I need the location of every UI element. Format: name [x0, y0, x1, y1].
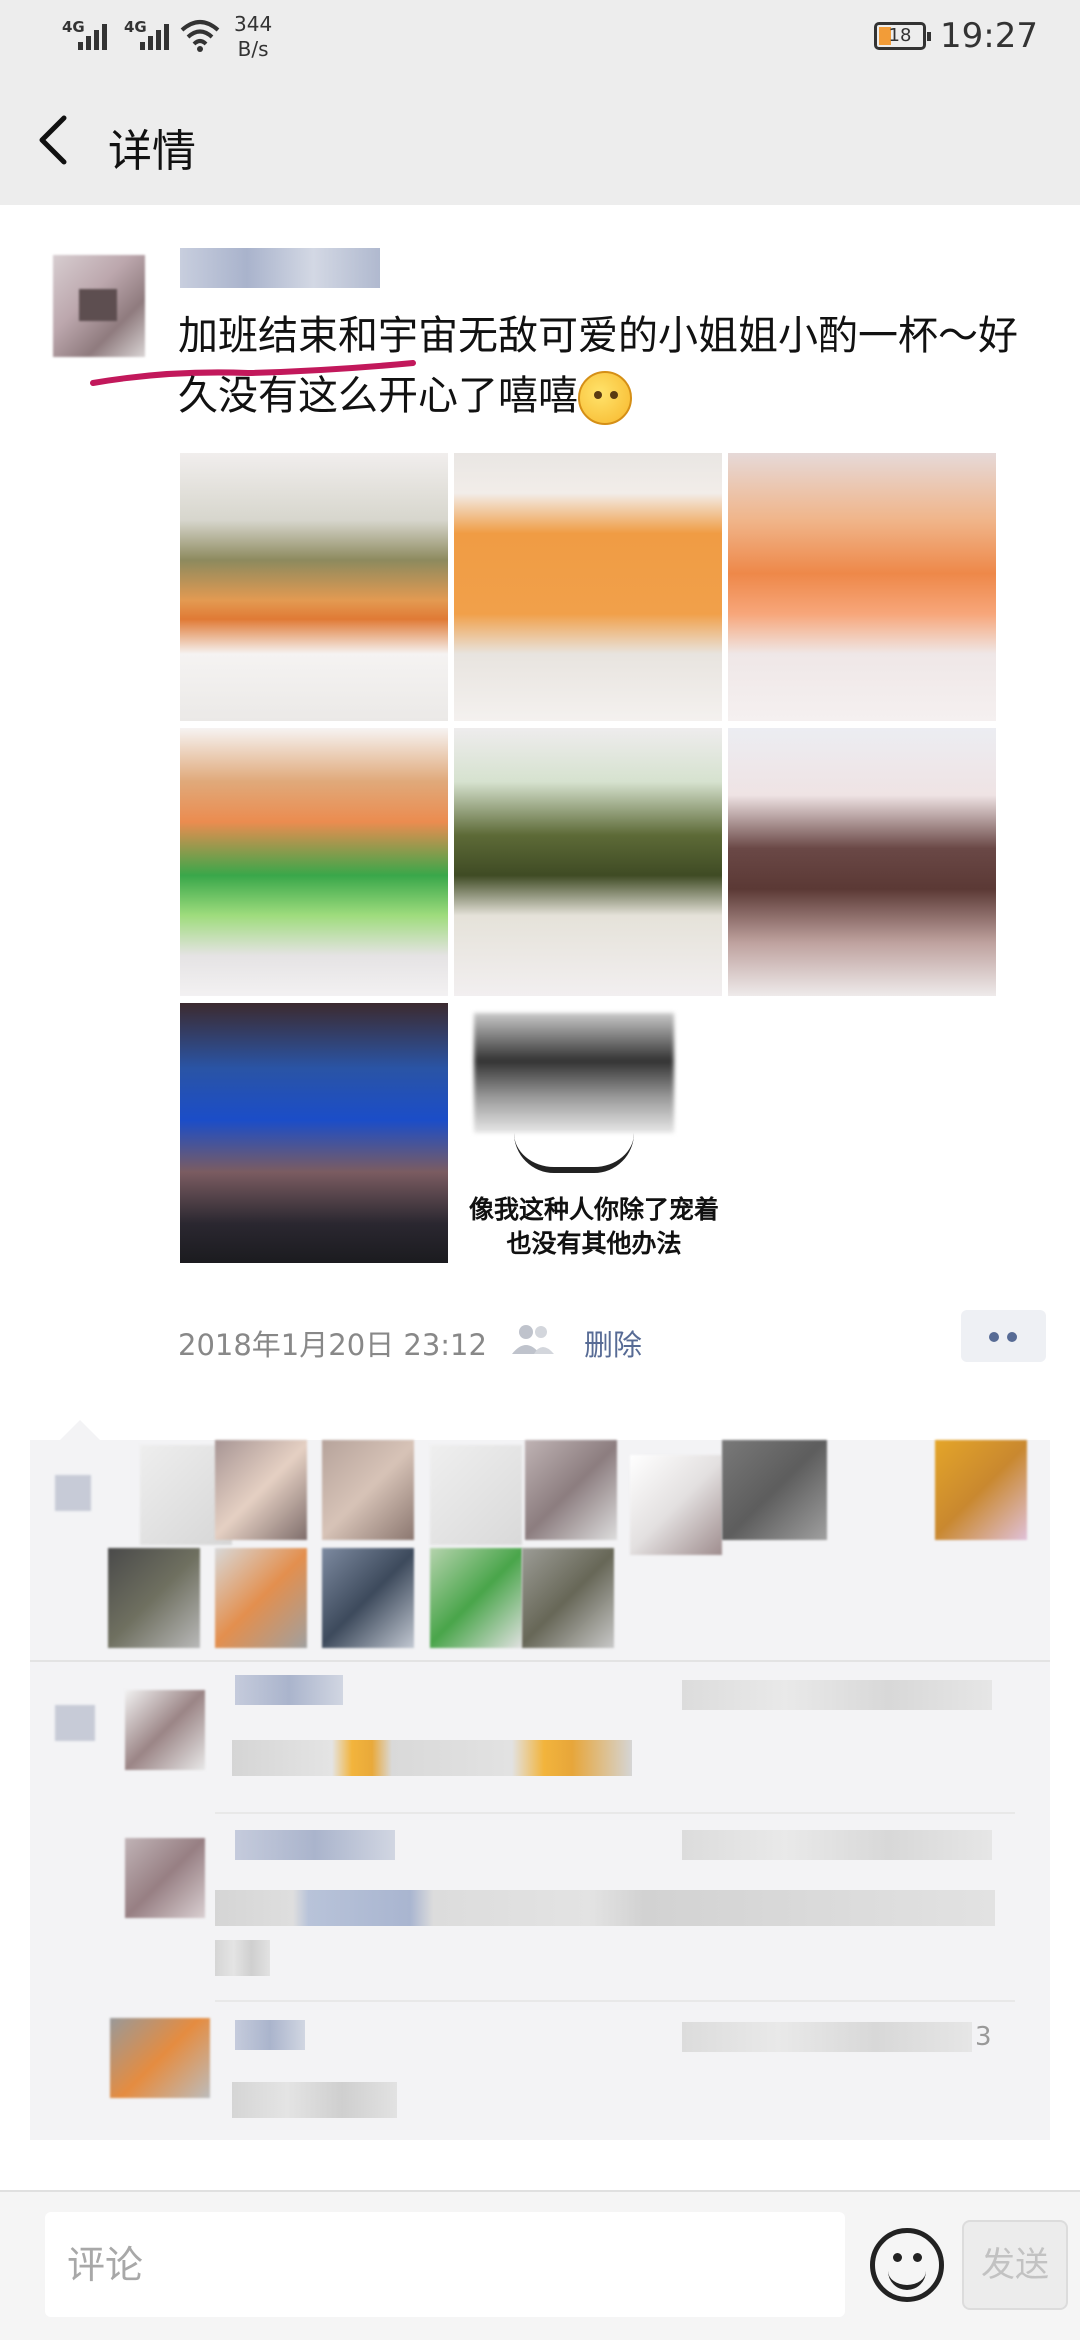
emoji-face-icon — [578, 371, 632, 425]
commenter-name[interactable] — [235, 1830, 395, 1860]
post-timestamp: 2018年1月20日 23:12 — [178, 1328, 487, 1362]
comment-time — [682, 2022, 972, 2052]
battery-level: 18 — [888, 25, 912, 46]
network-speed-value: 344 — [234, 12, 273, 36]
send-button[interactable]: 发送 — [962, 2220, 1068, 2310]
comment-text-continued — [215, 1940, 270, 1976]
post-meme-image[interactable]: 像我这种人你除了宠着 也没有其他办法 — [454, 1003, 734, 1263]
liker-avatar[interactable] — [630, 1455, 722, 1555]
panel-pointer — [60, 1420, 100, 1440]
post-photo[interactable] — [180, 728, 448, 996]
liker-avatar[interactable] — [525, 1440, 617, 1540]
status-time: 19:27 — [940, 16, 1038, 56]
meme-caption-line-2: 也没有其他办法 — [506, 1229, 682, 1258]
comment-text — [232, 1740, 632, 1776]
comment-time — [682, 1830, 992, 1860]
comment-time-tail: 3 — [975, 2022, 992, 2052]
post-photo[interactable] — [180, 1003, 448, 1263]
author-avatar[interactable] — [53, 255, 145, 357]
post-photo[interactable] — [728, 453, 996, 721]
author-name[interactable] — [180, 248, 380, 288]
commenter-avatar[interactable] — [125, 1838, 205, 1918]
liker-avatar[interactable] — [430, 1548, 522, 1648]
comment-text — [232, 2082, 397, 2118]
liker-avatar[interactable] — [430, 1445, 522, 1545]
comment-input[interactable] — [45, 2212, 845, 2317]
page-title: 详情 — [108, 126, 196, 177]
comment-text — [215, 1890, 995, 1926]
status-bar: 4G 4G 344 B/s 18 19:27 — [0, 0, 1080, 75]
post-text: 加班结束和宇宙无敌可爱的小姐姐小酌一杯～好久没有这么开心了嘻嘻 — [178, 306, 1018, 426]
like-heart-icon — [55, 1475, 91, 1511]
meme-caption-line-1: 像我这种人你除了宠着 — [468, 1195, 719, 1224]
back-arrow-icon[interactable] — [30, 110, 80, 170]
liker-avatar[interactable] — [722, 1440, 827, 1540]
network-speed: 344 B/s — [234, 12, 272, 62]
comment-time — [682, 1680, 992, 1710]
commenter-name[interactable] — [235, 1675, 343, 1705]
meme-figure-body — [514, 1123, 634, 1173]
meme-figure — [474, 1013, 674, 1133]
delete-button[interactable]: 删除 — [584, 1322, 642, 1364]
more-actions-button[interactable] — [961, 1310, 1046, 1362]
liker-avatar[interactable] — [322, 1440, 414, 1540]
post-photo[interactable] — [728, 728, 996, 996]
post-photo[interactable] — [454, 453, 722, 721]
liker-avatar[interactable] — [322, 1548, 414, 1648]
comment-separator — [215, 2000, 1015, 2002]
meme-caption: 像我这种人你除了宠着 也没有其他办法 — [454, 1193, 734, 1261]
liker-avatar[interactable] — [108, 1548, 200, 1648]
app-header: 详情 — [0, 75, 1080, 205]
post-photo[interactable] — [454, 728, 722, 996]
emoji-icon[interactable] — [870, 2228, 944, 2302]
comment-bubble-icon — [55, 1705, 95, 1741]
post-photo[interactable] — [180, 453, 448, 721]
commenter-avatar[interactable] — [125, 1690, 205, 1770]
comment-separator — [215, 1812, 1015, 1814]
signal-strength-icon-2 — [140, 22, 176, 50]
liker-avatar[interactable] — [215, 1548, 307, 1648]
liker-avatar[interactable] — [215, 1440, 307, 1540]
commenter-name[interactable] — [235, 2020, 305, 2050]
liker-avatar[interactable] — [935, 1440, 1027, 1540]
panel-divider — [30, 1660, 1050, 1662]
visibility-people-icon[interactable] — [510, 1322, 556, 1356]
network-speed-unit: B/s — [237, 37, 269, 61]
commenter-avatar[interactable] — [110, 2018, 210, 2098]
signal-strength-icon — [78, 22, 114, 50]
liker-avatar[interactable] — [522, 1548, 614, 1648]
battery-icon: 18 — [874, 22, 931, 50]
wifi-icon — [180, 20, 220, 52]
